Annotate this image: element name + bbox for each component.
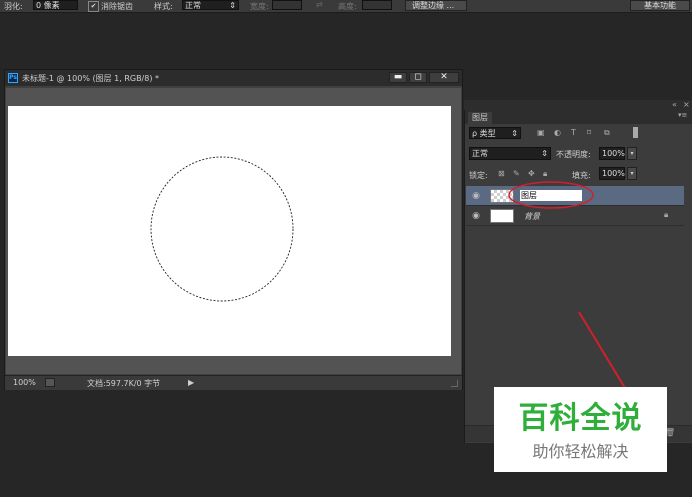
style-label: 样式: (154, 2, 173, 11)
status-menu-arrow-icon[interactable]: ▶ (188, 378, 194, 387)
maximize-button[interactable]: ◻ (409, 72, 427, 83)
minimize-button[interactable]: ▬ (389, 72, 407, 83)
width-label: 宽度: (250, 2, 269, 11)
lock-label: 锁定: (469, 171, 488, 180)
resize-grip-icon[interactable] (451, 380, 458, 387)
filter-shape-icon[interactable]: ⌑ (587, 128, 591, 137)
canvas-area (6, 88, 461, 374)
tab-layers[interactable]: 图层 (468, 112, 492, 124)
filter-adjustment-icon[interactable]: ◐ (554, 128, 561, 137)
lock-image-icon[interactable]: ✎ (513, 169, 520, 178)
options-bar: 羽化: 0 像素 ✔ 消除锯齿 样式: 正常 ⇕ 宽度: ⇄ 高度: 调整边缘 … (0, 0, 692, 13)
close-panel-icon[interactable]: × (683, 100, 690, 109)
chevron-down-icon: ⇕ (511, 129, 518, 138)
document-info: 文档:597.7K/0 字节 (87, 379, 161, 388)
chevron-down-icon: ⇕ (229, 1, 236, 10)
document-title-bar[interactable]: Ps 未标题-1 @ 100% (图层 1, RGB/8) * ▬ ◻ ✕ (5, 70, 462, 86)
filter-smart-object-icon[interactable]: ⧉ (604, 128, 610, 138)
watermark: 百科全说 助你轻松解决 (494, 387, 667, 472)
swap-icon[interactable]: ⇄ (316, 0, 323, 9)
filter-kind-value: ρ 类型 (472, 129, 496, 138)
panel-menu-icon[interactable]: ▾≡ (678, 111, 687, 119)
blend-mode-value: 正常 (472, 149, 488, 158)
height-label: 高度: (338, 2, 357, 11)
chevron-down-icon: ⇕ (541, 149, 548, 158)
annotation-ellipse (508, 181, 594, 209)
feather-input[interactable]: 0 像素 (33, 0, 78, 10)
feather-label: 羽化: (4, 2, 23, 11)
height-input[interactable] (362, 0, 392, 10)
status-icon[interactable] (45, 378, 55, 387)
close-button[interactable]: ✕ (429, 72, 459, 83)
panel-dock-header: « × (464, 100, 692, 110)
marquee-selection[interactable] (8, 106, 451, 356)
eye-icon[interactable]: ◉ (470, 190, 482, 202)
close-icon: ✕ (440, 72, 448, 82)
maximize-icon: ◻ (414, 72, 422, 82)
watermark-title: 百科全说 (518, 401, 643, 436)
opacity-label: 不透明度: (556, 150, 591, 159)
layer-name: 背景 (524, 212, 540, 221)
document-title: 未标题-1 @ 100% (图层 1, RGB/8) * (22, 74, 160, 83)
opacity-input[interactable]: 100% (599, 147, 625, 160)
refine-edge-button[interactable]: 调整边缘 ... (405, 0, 467, 11)
antialias-checkbox[interactable]: ✔ (88, 1, 99, 12)
style-select[interactable]: 正常 ⇕ (182, 0, 239, 10)
opacity-slider-toggle-icon[interactable]: ▾ (627, 147, 637, 160)
collapse-panel-icon[interactable]: « (672, 100, 677, 109)
panel-tab-bar: 图层 ▾≡ (465, 110, 692, 124)
workspace-button[interactable]: 基本功能 (630, 0, 690, 11)
annotation-line (578, 311, 626, 389)
photoshop-logo-icon: Ps (8, 73, 18, 83)
width-input[interactable] (272, 0, 302, 10)
document-status-bar: 100% 文档:597.7K/0 字节 ▶ (5, 375, 462, 390)
antialias-label: 消除锯齿 (101, 2, 133, 11)
fill-slider-toggle-icon[interactable]: ▾ (627, 167, 637, 180)
filter-pixel-icon[interactable]: ▣ (537, 128, 545, 137)
style-select-value: 正常 (185, 1, 201, 10)
fill-input[interactable]: 100% (599, 167, 625, 180)
filter-type-icon[interactable]: T (571, 128, 576, 137)
filter-toggle-icon[interactable] (633, 127, 638, 138)
lock-position-icon[interactable]: ✥ (528, 169, 535, 178)
filter-kind-select[interactable]: ρ 类型 ⇕ (469, 127, 521, 139)
watermark-subtitle: 助你轻松解决 (532, 442, 629, 461)
blend-mode-select[interactable]: 正常 ⇕ (469, 147, 551, 160)
zoom-level[interactable]: 100% (13, 378, 36, 387)
lock-transparent-icon[interactable]: ⊠ (498, 169, 505, 178)
lock-icon: 🔒︎ (664, 210, 669, 219)
canvas[interactable] (8, 106, 451, 356)
document-window: Ps 未标题-1 @ 100% (图层 1, RGB/8) * ▬ ◻ ✕ 10… (4, 69, 463, 390)
minimize-icon: ▬ (393, 72, 403, 82)
eye-icon[interactable]: ◉ (470, 210, 482, 222)
